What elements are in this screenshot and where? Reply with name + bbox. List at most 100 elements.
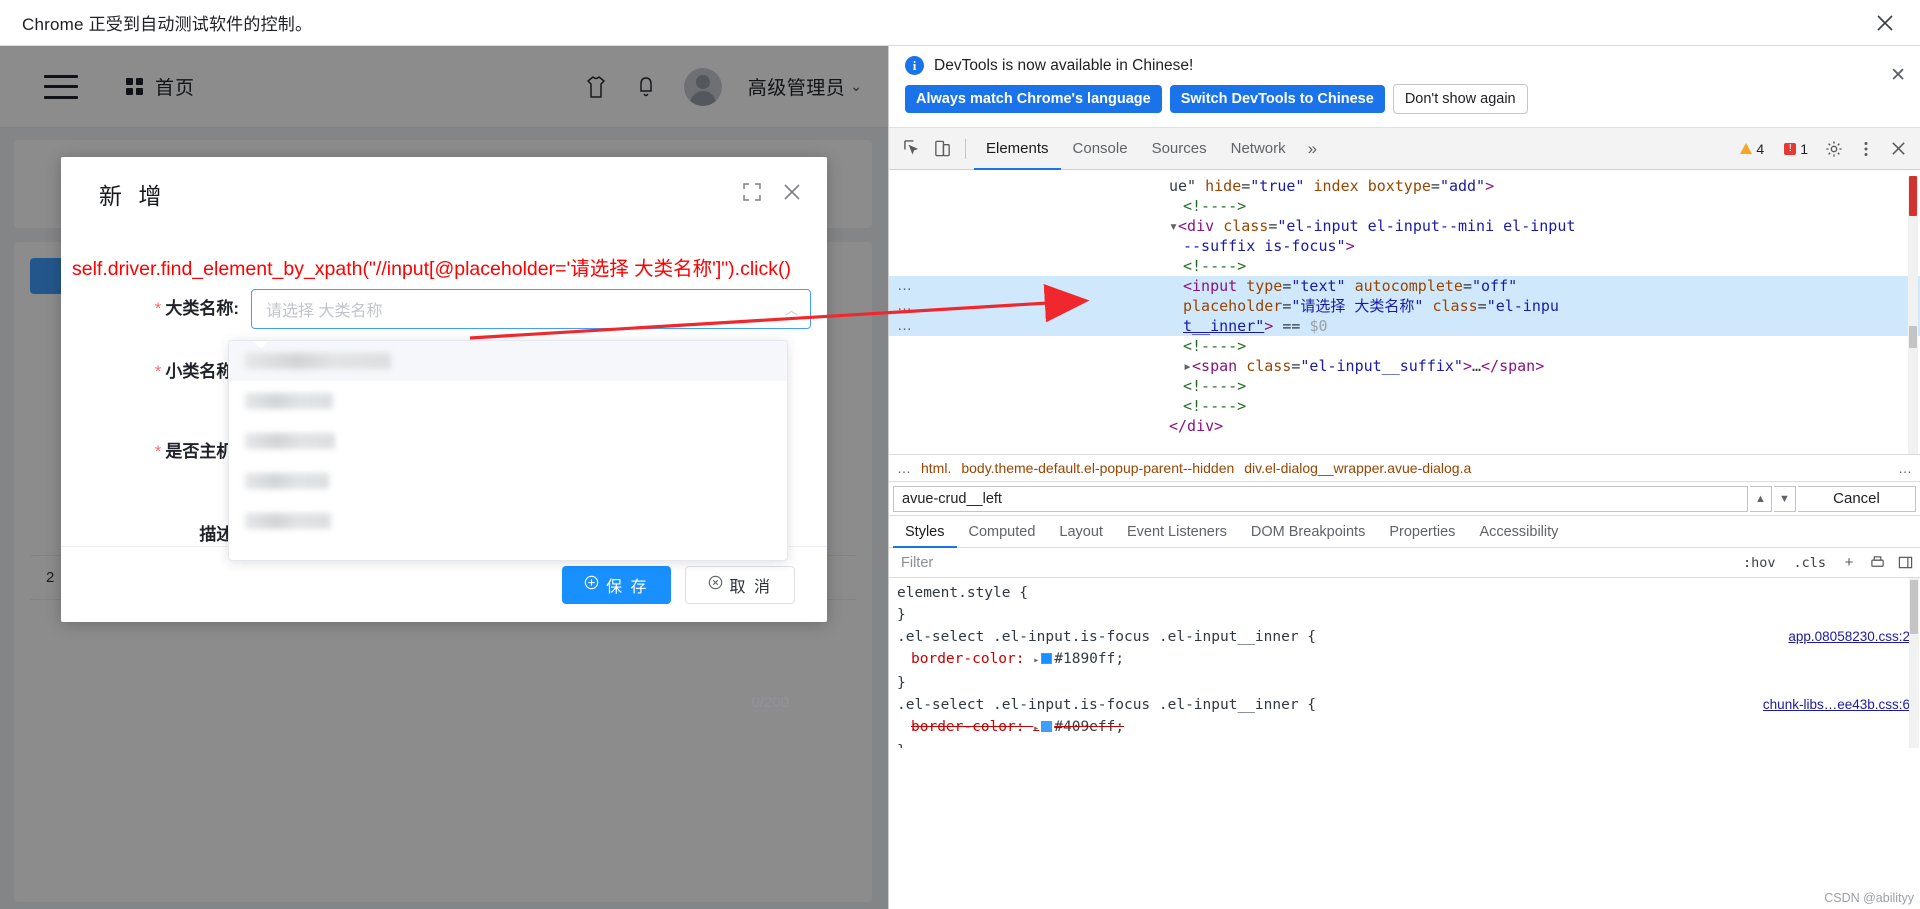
dom-node-selected[interactable]: placeholder="请选择 大类名称" class="el-inpu — [889, 296, 1920, 316]
dom-search-bar: avue-crud__left ▲ ▼ Cancel — [889, 482, 1920, 516]
css-source-link[interactable]: app.08058230.css:2 — [1788, 626, 1910, 648]
computed-sidebar-icon[interactable] — [1894, 552, 1916, 574]
search-input[interactable]: avue-crud__left — [893, 485, 1748, 512]
fullscreen-icon[interactable] — [741, 181, 763, 203]
dom-node-selected[interactable]: <input type="text" autocomplete="off" — [889, 276, 1920, 296]
category-dropdown-list[interactable] — [228, 340, 788, 561]
user-menu[interactable]: 高级管理员 ⌄ — [748, 73, 862, 100]
dropdown-option[interactable] — [229, 381, 787, 421]
add-style-rule-icon[interactable]: + — [1838, 552, 1860, 574]
breadcrumb-item-dialog[interactable]: div.el-dialog__wrapper.avue-dialog.a — [1244, 460, 1471, 476]
kebab-menu-icon[interactable] — [1852, 135, 1880, 163]
scrollbar-thumb-red[interactable] — [1909, 176, 1917, 216]
tab-console[interactable]: Console — [1061, 128, 1140, 170]
hov-toggle[interactable]: :hov — [1737, 553, 1782, 573]
css-declaration[interactable]: border-color: ▸ #1890ff; — [897, 648, 1912, 672]
dom-token: > — [1345, 237, 1355, 255]
styles-scrollbar[interactable] — [1909, 578, 1919, 748]
dom-node[interactable]: ▾<div class="el-input el-input--mini el-… — [889, 216, 1920, 236]
tab-elements[interactable]: Elements — [974, 128, 1061, 170]
tab-properties[interactable]: Properties — [1377, 516, 1467, 548]
dom-node[interactable]: <!----> — [889, 376, 1920, 396]
tab-computed[interactable]: Computed — [957, 516, 1048, 548]
css-selector[interactable]: .el-select .el-input.is-focus .el-input_… — [897, 694, 1912, 716]
dom-node[interactable]: <!----> — [889, 196, 1920, 216]
css-selector[interactable]: element.style { — [897, 582, 1912, 604]
dom-token: class — [1223, 217, 1269, 235]
breadcrumb-overflow-icon[interactable]: … — [897, 460, 911, 476]
expand-triangle-icon[interactable]: ▸ — [1033, 723, 1039, 734]
switch-to-chinese-button[interactable]: Switch DevTools to Chinese — [1169, 85, 1385, 113]
scrollbar-thumb[interactable] — [1910, 580, 1918, 634]
tab-styles[interactable]: Styles — [893, 516, 957, 548]
dropdown-option[interactable] — [229, 501, 787, 541]
dom-node[interactable]: --suffix is-focus"> — [889, 236, 1920, 256]
dom-node-selected[interactable]: t__inner"> == $0 — [889, 316, 1920, 336]
more-tabs-icon[interactable]: » — [1298, 139, 1327, 159]
css-source-link[interactable]: chunk-libs…ee43b.css:6 — [1763, 694, 1910, 716]
close-icon[interactable] — [1884, 135, 1912, 163]
color-swatch[interactable] — [1041, 721, 1053, 732]
cancel-button[interactable]: 取 消 — [684, 565, 795, 604]
print-media-icon[interactable] — [1866, 552, 1888, 574]
css-rule[interactable]: .el-select .el-input.is-focus .el-input_… — [889, 694, 1920, 748]
dom-node[interactable]: <!----> — [889, 396, 1920, 416]
save-button[interactable]: 保 存 — [562, 565, 671, 604]
styles-filter-input[interactable]: Filter — [893, 552, 1731, 574]
tab-sources[interactable]: Sources — [1140, 128, 1219, 170]
tab-dom-breakpoints[interactable]: DOM Breakpoints — [1239, 516, 1377, 548]
css-rule[interactable]: .el-select .el-input.is-focus .el-input_… — [889, 626, 1920, 694]
dom-token: … — [1472, 357, 1482, 375]
dom-tree-scrollbar[interactable] — [1908, 176, 1918, 454]
css-rule[interactable]: element.style {} — [889, 582, 1920, 626]
tab-network[interactable]: Network — [1219, 128, 1298, 170]
dom-token: </span> — [1481, 357, 1545, 375]
tab-layout[interactable]: Layout — [1047, 516, 1115, 548]
always-match-language-button[interactable]: Always match Chrome's language — [905, 85, 1162, 113]
dropdown-option[interactable] — [229, 421, 787, 461]
chevron-up-icon[interactable]: ▲ — [1750, 485, 1772, 512]
breadcrumb-item-html[interactable]: html. — [921, 460, 951, 476]
dropdown-option[interactable] — [229, 341, 787, 381]
css-declaration[interactable]: border-color: ▸ #409eff; — [897, 716, 1912, 740]
tab-event-listeners[interactable]: Event Listeners — [1115, 516, 1239, 548]
dom-token: <!----> — [1183, 397, 1247, 415]
error-count-badge[interactable]: ! 1 — [1776, 139, 1816, 159]
user-avatar[interactable] — [683, 67, 722, 106]
dont-show-again-button[interactable]: Don't show again — [1392, 84, 1528, 114]
css-selector[interactable]: .el-select .el-input.is-focus .el-input_… — [897, 626, 1912, 648]
gear-icon[interactable] — [1820, 135, 1848, 163]
css-rules-pane[interactable]: element.style {} .el-select .el-input.is-… — [889, 578, 1920, 748]
expand-triangle-icon[interactable]: ▸ — [1033, 655, 1039, 666]
theme-shirt-icon[interactable] — [584, 74, 608, 100]
css-property-value[interactable]: #1890ff; — [1054, 651, 1124, 667]
cancel-search-button[interactable]: Cancel — [1798, 485, 1916, 512]
dom-node[interactable]: <!----> — [889, 336, 1920, 356]
warning-count-badge[interactable]: 4 — [1732, 139, 1772, 159]
dom-node[interactable]: </div> — [889, 416, 1920, 436]
dom-node[interactable]: ue" hide="true" index boxtype="add"> — [889, 176, 1920, 196]
close-icon[interactable] — [781, 181, 803, 203]
close-icon[interactable]: ✕ — [1890, 66, 1906, 85]
chevron-down-icon[interactable]: ▼ — [1774, 485, 1796, 512]
dom-node[interactable]: <!----> — [889, 256, 1920, 276]
inspect-element-icon[interactable] — [897, 135, 927, 163]
hamburger-menu-icon[interactable] — [44, 74, 78, 99]
css-property-value[interactable]: #409eff; — [1054, 719, 1124, 735]
cls-toggle[interactable]: .cls — [1787, 553, 1832, 573]
grid-apps-icon[interactable] — [126, 78, 143, 95]
dom-tree[interactable]: ue" hide="true" index boxtype="add"> <!--… — [889, 170, 1920, 454]
category-select-input[interactable]: 请选择 大类名称 ︿ — [251, 289, 811, 329]
scrollbar-thumb[interactable] — [1909, 326, 1917, 348]
device-toolbar-icon[interactable] — [927, 135, 957, 163]
dom-node[interactable]: ▸<span class="el-input__suffix">…</span> — [889, 356, 1920, 376]
breadcrumb-tail-icon[interactable]: … — [1898, 460, 1912, 476]
breadcrumb-item-body[interactable]: body.theme-default.el-popup-parent--hidd… — [961, 460, 1234, 476]
tab-accessibility[interactable]: Accessibility — [1467, 516, 1570, 548]
close-icon[interactable] — [1872, 10, 1898, 36]
banner-message: DevTools is now available in Chinese! — [934, 56, 1194, 74]
home-tab-label[interactable]: 首页 — [155, 73, 195, 100]
dropdown-option[interactable] — [229, 461, 787, 501]
color-swatch[interactable] — [1041, 653, 1053, 664]
notification-bell-icon[interactable] — [634, 74, 658, 100]
